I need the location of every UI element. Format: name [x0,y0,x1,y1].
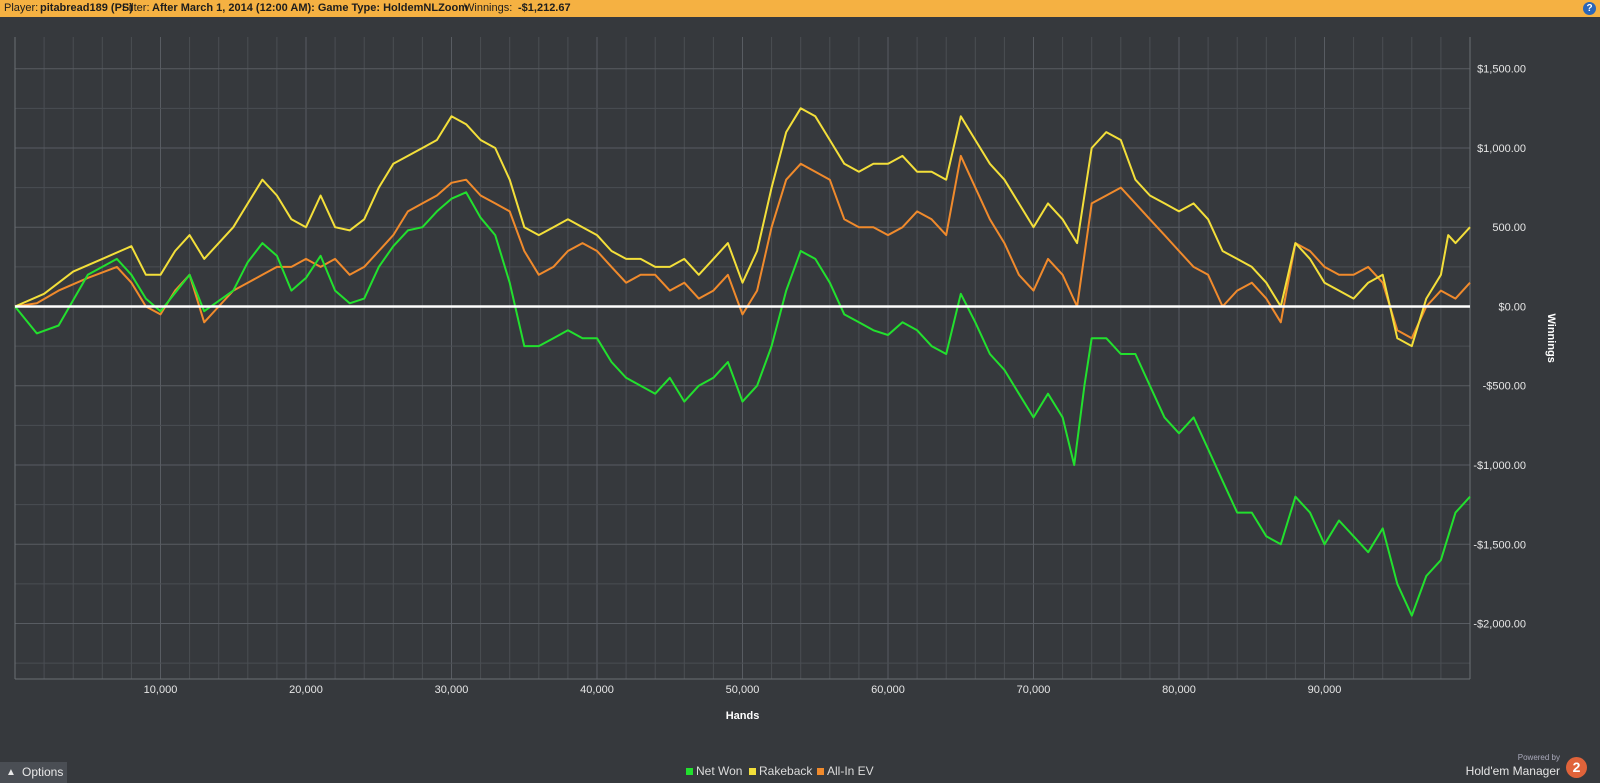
legend-label-all-in-ev: All-In EV [827,764,874,778]
net-won-swatch [686,768,693,775]
player-name: pitabread189 (PS) [40,2,133,14]
hm2-logo-icon: 2 [1566,757,1587,778]
x-tick-label: 70,000 [1017,684,1051,696]
x-tick-label: 60,000 [871,684,905,696]
rakeback-swatch [749,768,756,775]
x-tick-label: 80,000 [1162,684,1196,696]
y-tick-label: 500.00 [1492,222,1526,234]
y-axis-label: Winnings [1545,313,1557,362]
y-tick-label: -$500.00 [1483,381,1526,393]
legend-label-rakeback: Rakeback [759,764,813,778]
x-tick-label: 90,000 [1308,684,1342,696]
options-button[interactable]: ▲ Options [0,762,67,783]
grid-lines [15,37,1470,679]
winnings-value: -$1,212.67 [518,2,571,14]
header-bar: Player: pitabread189 (PS) Filter: After … [0,0,1600,17]
winnings-graph: 10,000 20,000 30,000 40,000 50,000 60,000 70,0… [14,37,1557,722]
powered-by: Powered by [1517,753,1560,762]
y-tick-label: -$1,500.00 [1473,539,1526,551]
winnings-label: Winnings: [464,2,513,14]
x-tick-label: 40,000 [580,684,614,696]
x-tick-label: 10,000 [144,684,178,696]
x-tick-label: 50,000 [726,684,760,696]
y-tick-label: $1,000.00 [1477,143,1526,155]
brand-name: Hold'em Manager [1465,764,1560,778]
legend-label-net-won: Net Won [696,764,743,778]
x-tick-label: 30,000 [435,684,469,696]
x-tick-label: 20,000 [289,684,323,696]
tick-labels: 10,000 20,000 30,000 40,000 50,000 60,000 70,0… [144,64,1526,696]
options-label: Options [22,765,64,779]
x-axis-label: Hands [726,710,760,722]
chevron-up-icon: ▲ [6,767,16,778]
y-tick-label: -$2,000.00 [1473,619,1526,631]
y-tick-label: -$1,000.00 [1473,460,1526,472]
y-tick-label: $0.00 [1498,301,1526,313]
filter-label: Filter: [122,2,150,14]
filter-value: After March 1, 2014 (12:00 AM): Game Typ… [152,2,469,14]
all-in-ev-swatch [817,768,824,775]
player-label: Player: [4,2,39,14]
y-tick-label: $1,500.00 [1477,64,1526,76]
help-icon[interactable]: ? [1583,2,1596,15]
